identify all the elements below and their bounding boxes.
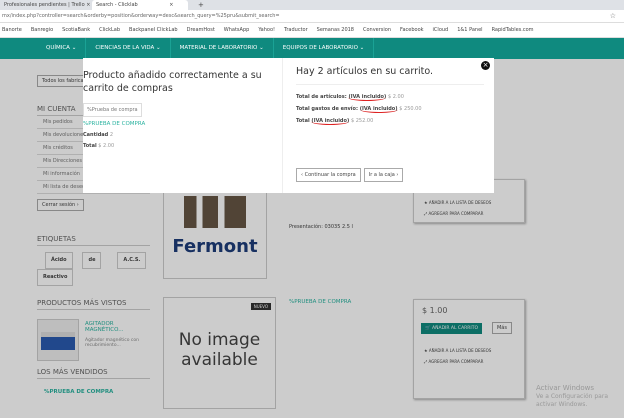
bookmark[interactable]: Banregio [31,27,53,33]
row-value: $ 252.00 [350,118,374,124]
checkout-label: Ir a la caja [368,172,395,178]
nav-material[interactable]: MATERIAL DE LABORATORIO ⌄ [171,38,274,59]
product-name: %PRUEBA DE COMPRA [83,121,146,127]
watermark-title: Activar Windows [536,384,594,392]
bookmark[interactable]: WhatsApp [224,27,250,33]
bookmark[interactable]: RapidTables.com [492,27,534,33]
browser-tab-strip: Profesionales pendientes | Trello × Sear… [0,0,624,10]
address-bar[interactable]: mx/index.php?controller=search&orderby=p… [0,10,624,23]
row-label: Total gastos de envío: [296,106,358,112]
bookmark[interactable]: ClickLab [99,27,120,33]
product-image: %Prueba de compra [83,103,142,117]
tab-label: Search - Clicklab [96,2,138,8]
total-label: Total [83,143,97,149]
subtotal-row: Total de artículos: (IVA incluido) $ 2.0… [296,91,494,103]
added-title: Producto añadido correctamente a su carr… [83,70,262,94]
watermark-sub: Ve a Configuración para activar Windows. [536,393,608,408]
nav-ciencias[interactable]: CIENCIAS DE LA VIDA ⌄ [86,38,171,59]
nav-equipos[interactable]: EQUIPOS DE LABORATORIO ⌄ [274,38,375,59]
close-icon[interactable]: × [169,2,173,8]
continue-label: Continuar la compra [304,172,356,178]
bookmark[interactable]: Conversion [363,27,391,33]
row-label: Total [296,118,310,124]
windows-watermark: Activar Windows Ve a Configuración para a… [536,384,622,409]
bookmark[interactable]: Backpanel ClickLab [129,27,178,33]
url-text: mx/index.php?controller=search&orderby=p… [2,13,280,19]
nav-quimica[interactable]: QUÍMICA ⌄ [37,38,87,59]
tab-search-clicklab[interactable]: Search - Clicklab × [92,0,188,10]
row-label: Total de artículos: [296,94,347,100]
bookmark[interactable]: 1&1 Panel [457,27,482,33]
bookmark[interactable]: Facebook [400,27,424,33]
bookmarks-bar: Banorte Banregio ScotiaBank ClickLab Bac… [0,23,624,38]
bookmark[interactable]: iCloud [433,27,449,33]
qty-label: Cantidad [83,132,109,138]
row-value: $ 2.00 [388,94,404,100]
qty-value: 2 [109,132,114,138]
checkout-button[interactable]: Ir a la caja › [363,168,404,182]
bookmark[interactable]: ScotiaBank [62,27,90,33]
cart-modal: Producto añadido correctamente a su carr… [83,58,494,193]
shipping-row: Total gastos de envío: (IVA incluido) $ … [296,103,494,115]
cart-count-title: Hay 2 artículos en su carrito. [296,66,484,85]
tax-note: (IVA incluido) [348,94,387,101]
close-icon[interactable]: × [481,61,490,70]
tab-label: Profesionales pendientes | Trello [4,2,85,8]
main-nav: QUÍMICA ⌄ CIENCIAS DE LA VIDA ⌄ MATERIAL… [0,38,624,59]
total-value: $ 2.00 [98,143,115,149]
bookmark[interactable]: Traductor [284,27,308,33]
tax-note: (IVA incluido) [359,106,398,113]
row-value: $ 250.00 [399,106,422,112]
bookmark[interactable]: DreamHost [187,27,215,33]
new-tab-button[interactable]: + [198,1,204,9]
continue-shopping-button[interactable]: ‹ Continuar la compra [296,168,361,182]
grand-total-row: Total (IVA incluido) $ 252.00 [296,115,494,127]
tax-note: (IVA incluido) [311,118,350,125]
star-icon[interactable]: ☆ [610,12,616,20]
bookmark[interactable]: Banorte [2,27,22,33]
bookmark[interactable]: Yahoo! [258,27,275,33]
bookmark[interactable]: Semanas 2018 [317,27,354,33]
